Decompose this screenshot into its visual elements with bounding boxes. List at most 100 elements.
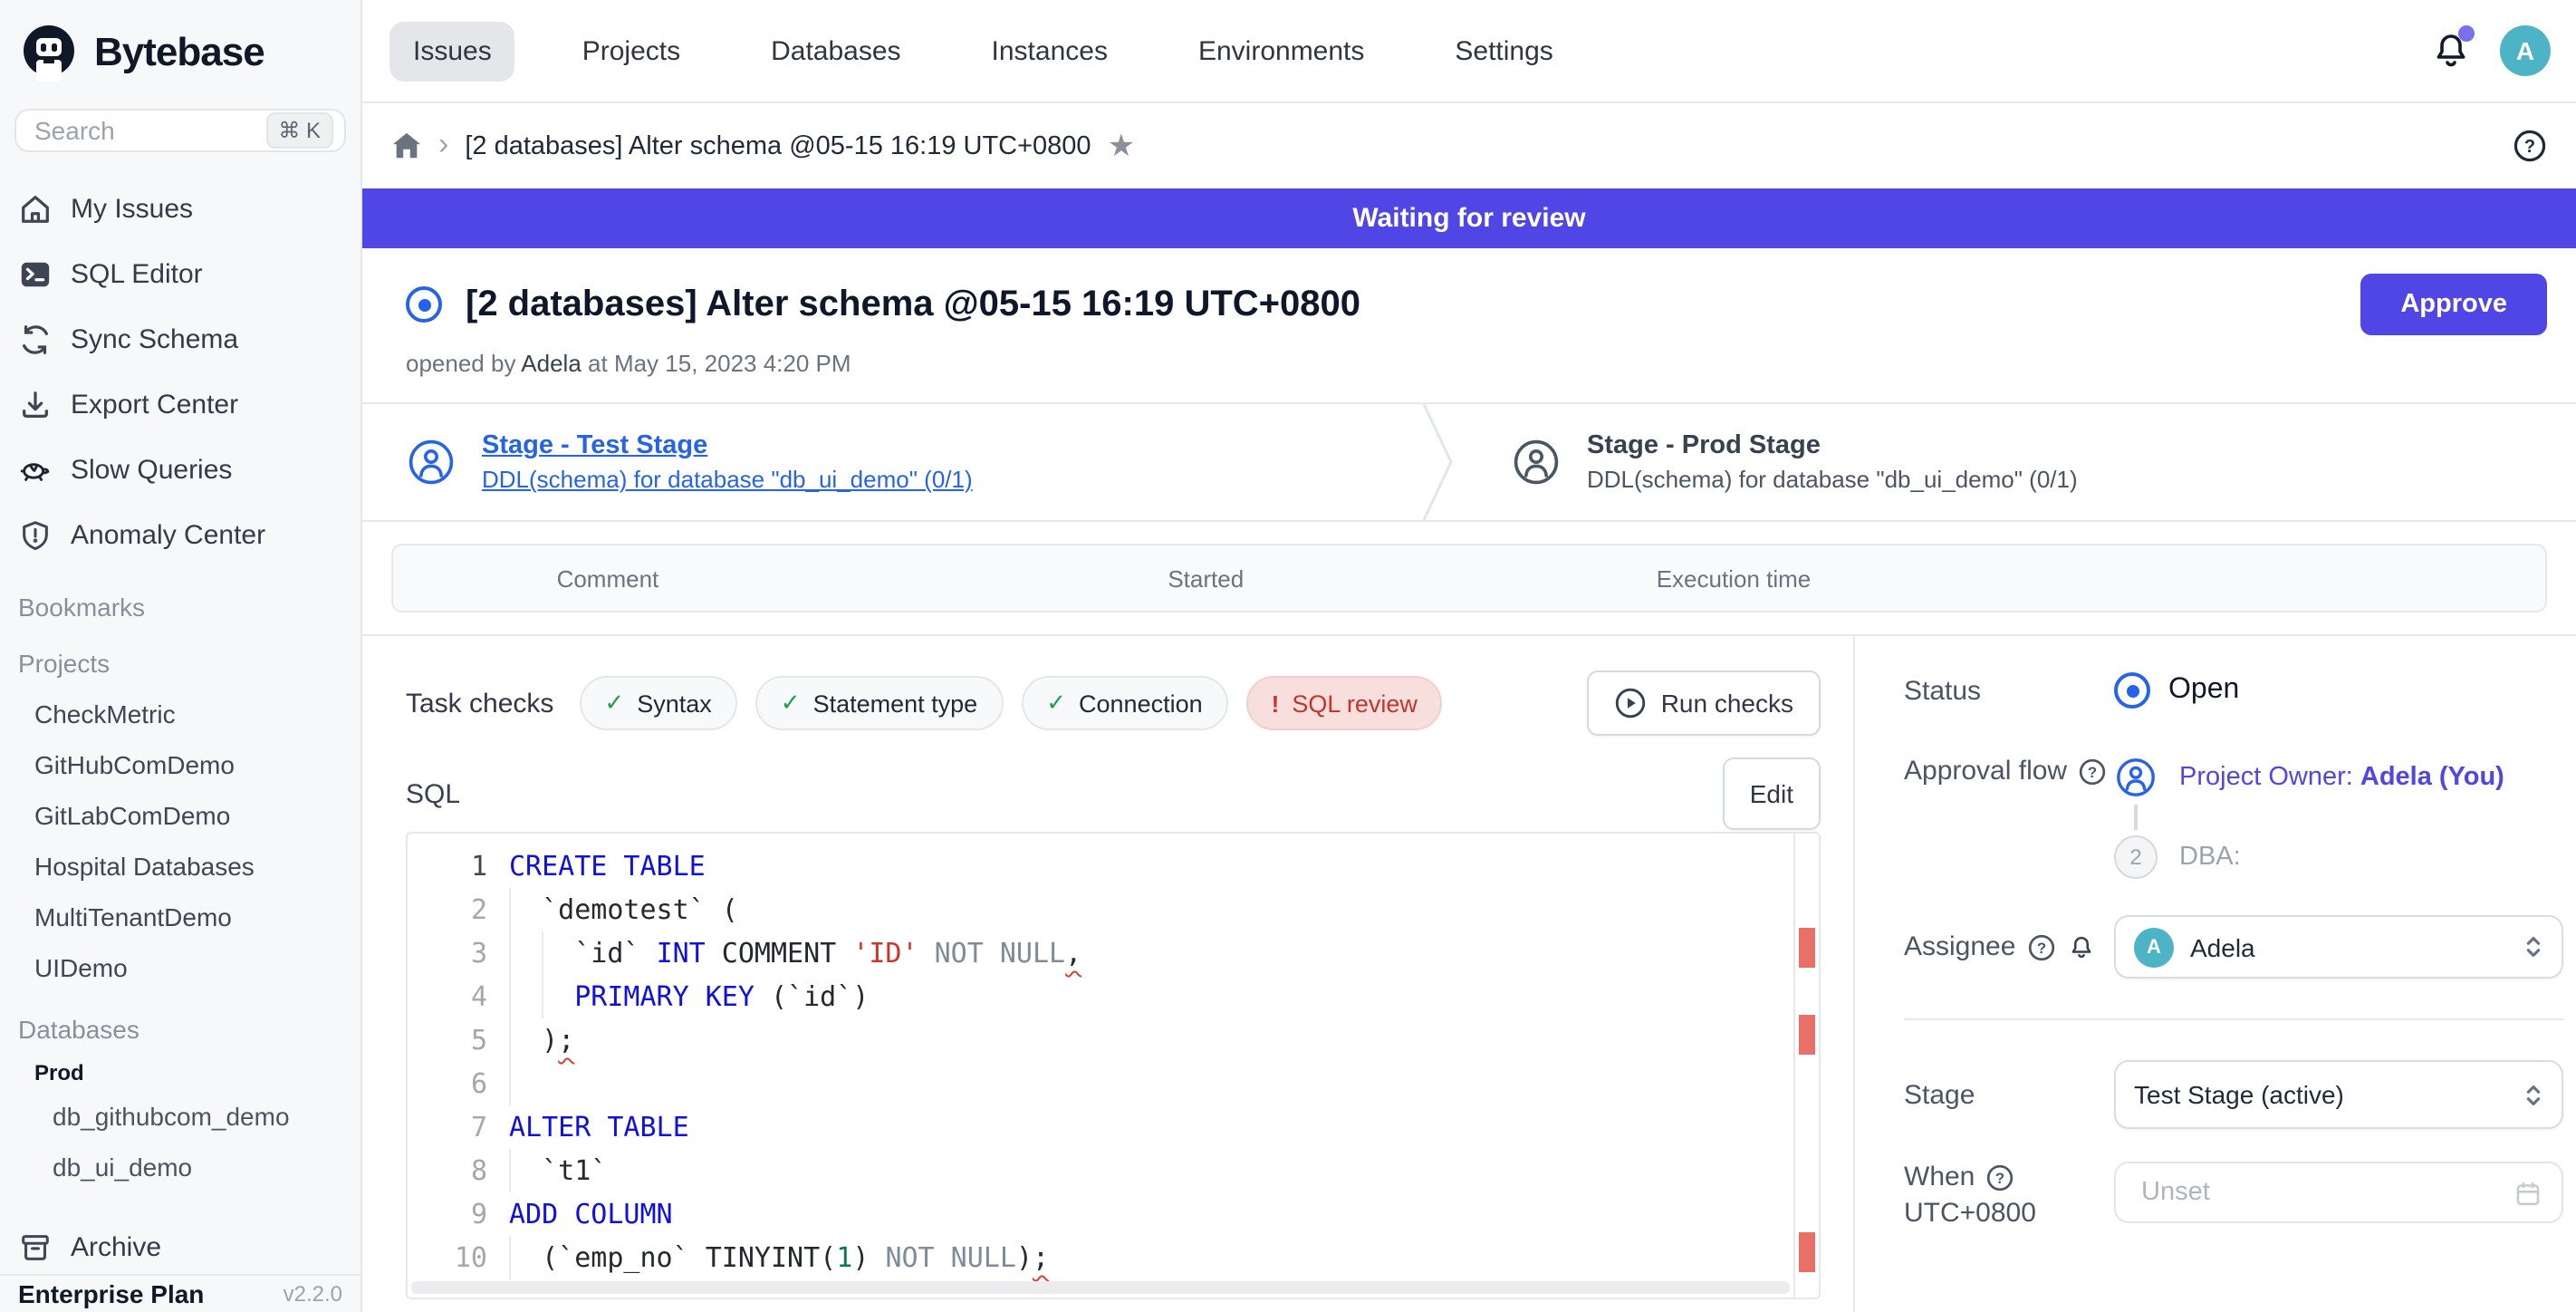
sidebar-section-databases[interactable]: Databases xyxy=(0,998,360,1055)
check-pill-sql-review[interactable]: !SQL review xyxy=(1246,676,1443,730)
check-pill-label: Connection xyxy=(1079,690,1203,717)
brand-logo[interactable]: Bytebase xyxy=(0,0,360,91)
code-line: 7ALTER TABLE xyxy=(408,1105,1819,1149)
issue-sidebar: Status Open Approval flow ? xyxy=(1853,636,2576,1312)
check-pill-statement-type[interactable]: ✓Statement type xyxy=(755,676,1003,730)
stage-name-link[interactable]: Stage - Test Stage xyxy=(482,431,973,460)
line-number: 1 xyxy=(408,844,509,888)
nav-tabs: Issues Projects Databases Instances Environm… xyxy=(389,21,1577,81)
sidebar-section-projects[interactable]: Projects xyxy=(0,632,360,690)
bookmark-star-icon[interactable]: ★ xyxy=(1108,128,1136,164)
sidebar-project-uidemo[interactable]: UIDemo xyxy=(0,943,360,994)
check-pill-connection[interactable]: ✓ Connection xyxy=(1021,676,1227,730)
sidebar-item-label: SQL Editor xyxy=(71,259,203,290)
line-number: 5 xyxy=(408,1018,509,1062)
stage-card-prod[interactable]: Stage - Prod Stage DDL(schema) for datab… xyxy=(1456,404,2078,520)
code-line: 4 PRIMARY KEY (`id`) xyxy=(408,975,1819,1018)
sql-code-editor[interactable]: 1CREATE TABLE2 `demotest` (3 `id` INT CO… xyxy=(406,832,1821,1299)
line-number: 9 xyxy=(408,1192,509,1236)
run-checks-button[interactable]: Run checks xyxy=(1587,670,1821,736)
sidebar-item-slow-queries[interactable]: Slow Queries xyxy=(0,438,360,503)
notifications-button[interactable] xyxy=(2431,31,2471,71)
line-number: 3 xyxy=(408,931,509,975)
check-pill-syntax[interactable]: ✓Syntax xyxy=(579,676,736,730)
approver-name[interactable]: Adela (You) xyxy=(2360,763,2504,792)
sidebar-nav: My Issues SQL Editor Sync Schema Export … xyxy=(0,177,360,568)
sidebar-project-multitenantdemo[interactable]: MultiTenantDemo xyxy=(0,892,360,943)
approver-person-icon xyxy=(2114,756,2158,799)
sidebar-project-githubcomdemo[interactable]: GitHubComDemo xyxy=(0,740,360,791)
breadcrumb-title[interactable]: [2 databases] Alter schema @05-15 16:19 … xyxy=(465,131,1091,160)
help-icon[interactable]: ? xyxy=(2078,757,2107,786)
tab-environments[interactable]: Environments xyxy=(1175,21,1388,81)
sidebar-database-db_ui_demo[interactable]: db_ui_demo xyxy=(0,1143,360,1193)
indent-guide xyxy=(508,1236,510,1279)
user-avatar[interactable]: A xyxy=(2500,25,2551,76)
status-label: Status xyxy=(1904,675,2114,706)
archive-icon xyxy=(18,1231,53,1266)
stage-select[interactable]: Test Stage (active) xyxy=(2114,1060,2563,1129)
help-button[interactable]: ? xyxy=(2513,129,2547,163)
code-line: 1CREATE TABLE xyxy=(408,844,1819,888)
bytebase-app: Bytebase Search ⌘ K My Issues SQL Editor xyxy=(0,0,2576,1312)
tab-projects[interactable]: Projects xyxy=(559,21,704,81)
tab-issues[interactable]: Issues xyxy=(389,21,515,81)
stage-card-test[interactable]: Stage - Test Stage DDL(schema) for datab… xyxy=(362,404,1420,520)
stage-task-link[interactable]: DDL(schema) for database "db_ui_demo" (0… xyxy=(482,466,973,493)
breadcrumb-home-icon[interactable] xyxy=(391,130,422,161)
sidebar-item-export-center[interactable]: Export Center xyxy=(0,372,360,438)
sidebar-section-bookmarks[interactable]: Bookmarks xyxy=(0,575,360,632)
stage-name[interactable]: Stage - Prod Stage xyxy=(1587,431,2078,460)
sidebar-item-label: Archive xyxy=(71,1233,161,1264)
sidebar-environment-prod[interactable]: Prod xyxy=(0,1055,360,1092)
code-line: 10 (`emp_no` TINYINT(1) NOT NULL); xyxy=(408,1236,1819,1279)
error-marker xyxy=(1799,1232,1815,1272)
sidebar-project-gitlabcomdemo[interactable]: GitLabComDemo xyxy=(0,791,360,842)
code-line: 9ADD COLUMN xyxy=(408,1192,1819,1236)
line-number: 4 xyxy=(408,975,509,1018)
when-timezone: UTC+0800 xyxy=(1904,1198,2114,1229)
tab-settings[interactable]: Settings xyxy=(1431,21,1576,81)
sidebar-item-my-issues[interactable]: My Issues xyxy=(0,177,360,242)
top-navigation: Issues Projects Databases Instances Environm… xyxy=(362,0,2576,103)
terminal-icon xyxy=(18,257,53,292)
column-execution-time: Execution time xyxy=(1657,545,1812,611)
run-checks-label: Run checks xyxy=(1661,689,1793,718)
sidebar-project-checkmetric[interactable]: CheckMetric xyxy=(0,690,360,740)
assignee-value: Adela xyxy=(2190,932,2504,961)
sidebar-item-anomaly-center[interactable]: Anomaly Center xyxy=(0,503,360,568)
tab-databases[interactable]: Databases xyxy=(747,21,924,81)
review-status-banner: Waiting for review xyxy=(362,188,2576,248)
check-pill-label: SQL review xyxy=(1292,690,1418,717)
edit-sql-button[interactable]: Edit xyxy=(1723,757,1821,830)
search-input[interactable]: Search ⌘ K xyxy=(14,109,346,153)
task-checks-label: Task checks xyxy=(406,688,553,719)
sidebar-project-hospital-databases[interactable]: Hospital Databases xyxy=(0,842,360,892)
when-datetime-input[interactable]: Unset xyxy=(2114,1162,2563,1223)
svg-text:?: ? xyxy=(2036,939,2045,956)
breadcrumb: › [2 databases] Alter schema @05-15 16:1… xyxy=(362,103,2576,188)
sidebar-item-archive[interactable]: Archive xyxy=(0,1222,360,1274)
assignee-select[interactable]: A Adela xyxy=(2114,915,2563,979)
code-line: 5 ); xyxy=(408,1018,1819,1062)
tab-instances[interactable]: Instances xyxy=(968,21,1131,81)
sidebar-item-sql-editor[interactable]: SQL Editor xyxy=(0,242,360,307)
sidebar-item-label: Slow Queries xyxy=(71,455,232,486)
indent-guide xyxy=(508,888,510,1105)
editor-horizontal-scrollbar[interactable] xyxy=(411,1281,1790,1294)
help-icon: ? xyxy=(2513,129,2547,163)
stage-separator-chevron xyxy=(1420,404,1456,520)
check-icon: ✓ xyxy=(1046,689,1066,718)
when-row: When ? UTC+0800 Unset xyxy=(1904,1162,2563,1229)
help-icon[interactable]: ? xyxy=(2026,932,2055,961)
help-icon[interactable]: ? xyxy=(1985,1162,2014,1191)
stage-task[interactable]: DDL(schema) for database "db_ui_demo" (0… xyxy=(1587,466,2078,493)
sidebar-database-db_githubcom_demo[interactable]: db_githubcom_demo xyxy=(0,1092,360,1143)
approve-button[interactable]: Approve xyxy=(2360,274,2547,335)
play-circle-icon xyxy=(1614,687,1647,719)
bell-icon[interactable] xyxy=(2066,932,2095,961)
sidebar-item-sync-schema[interactable]: Sync Schema xyxy=(0,307,360,372)
line-number: 7 xyxy=(408,1105,509,1149)
breadcrumb-separator: › xyxy=(438,126,448,162)
issue-title: [2 databases] Alter schema @05-15 16:19 … xyxy=(466,284,2337,325)
